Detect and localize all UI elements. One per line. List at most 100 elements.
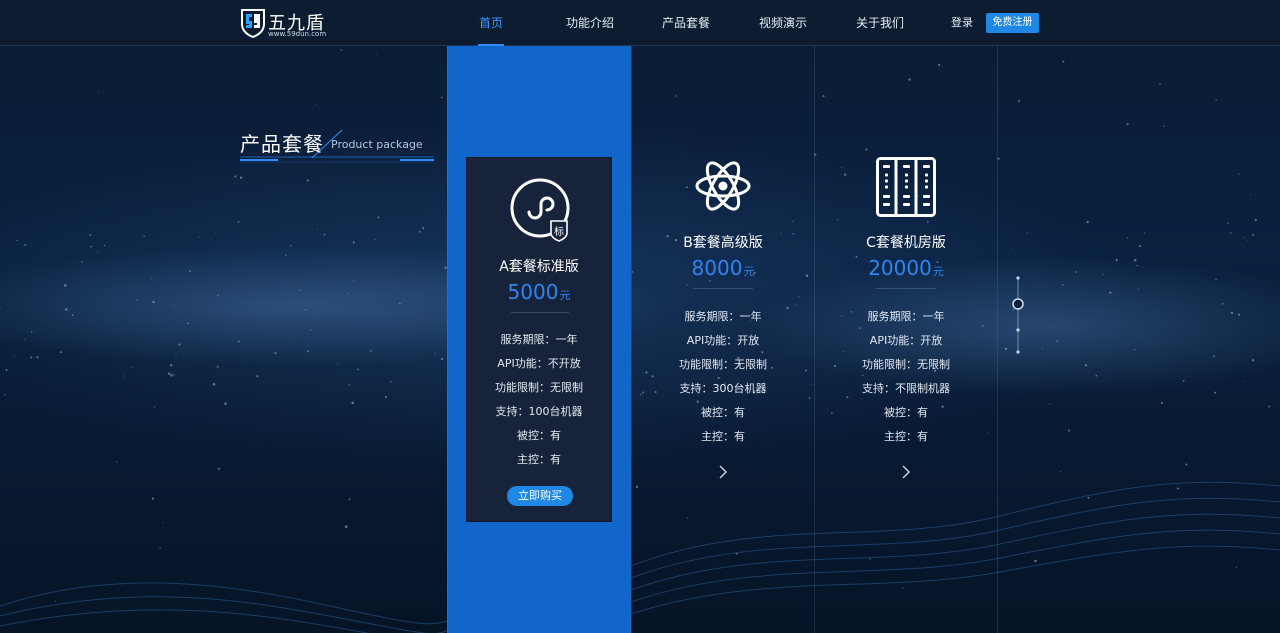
particle-dot xyxy=(351,401,354,405)
particle-dot xyxy=(198,236,200,238)
plan-feature: API功能：不开放 xyxy=(497,357,581,370)
nav-item-packages[interactable]: 产品套餐 xyxy=(662,0,710,46)
particle-dot xyxy=(217,467,220,470)
particle-dot xyxy=(1176,487,1179,490)
pager-dot[interactable] xyxy=(1016,328,1020,332)
particle-dot xyxy=(189,270,191,272)
nav-item-label: 产品套餐 xyxy=(662,16,711,30)
particle-dot xyxy=(64,308,68,311)
particle-dot xyxy=(675,95,677,97)
pager-dot[interactable] xyxy=(1016,350,1020,354)
particle-dot xyxy=(384,396,387,399)
particle-dot xyxy=(81,261,83,263)
particle-dot xyxy=(1068,429,1071,432)
server-rack-icon xyxy=(876,157,936,217)
particle-dot xyxy=(36,356,39,359)
nav-item-about-us[interactable]: 关于我们 xyxy=(856,0,904,46)
particle-dot xyxy=(170,364,173,367)
particle-dot xyxy=(30,331,33,333)
particle-dot xyxy=(1237,313,1241,316)
nav-item-label: 功能介绍 xyxy=(566,16,615,30)
particle-dot xyxy=(323,233,326,236)
particle-dot xyxy=(357,368,359,371)
particle-dot xyxy=(1230,232,1232,234)
particle-dot xyxy=(212,383,216,386)
particle-dot xyxy=(1244,236,1246,239)
particle-dot xyxy=(337,364,339,366)
particle-dot xyxy=(71,314,74,317)
particle-dot xyxy=(285,254,287,256)
particle-dot xyxy=(1087,496,1090,499)
particle-dot xyxy=(151,278,153,280)
plan-feature: 功能限制：无限制 xyxy=(495,381,583,394)
particle-dot xyxy=(1086,220,1089,224)
particle-dot xyxy=(348,498,351,501)
plan-price-unit: 元 xyxy=(559,289,571,302)
particle-dot xyxy=(1214,391,1217,394)
particle-dot xyxy=(390,380,392,383)
particle-dot xyxy=(348,384,350,386)
section-title: 产品套餐 xyxy=(240,132,324,156)
chevron-right-icon[interactable] xyxy=(716,465,730,479)
particle-dot xyxy=(374,238,376,241)
particle-dot xyxy=(1049,403,1051,405)
particle-dot xyxy=(24,244,26,246)
plan-price-unit: 元 xyxy=(932,265,944,278)
particle-dot xyxy=(234,175,237,178)
particle-dot xyxy=(902,587,904,589)
page-scroll-indicator xyxy=(1012,276,1024,354)
particle-dot xyxy=(1250,193,1252,195)
particle-dot xyxy=(136,299,138,301)
particle-dot xyxy=(1138,288,1140,290)
chevron-right-icon[interactable] xyxy=(899,465,913,479)
particle-dot xyxy=(0,307,1,309)
brand-logo[interactable]: 五九盾 www.59dun.com xyxy=(240,8,340,40)
plan-divider xyxy=(511,312,569,313)
plan-name: C套餐机房版 xyxy=(866,235,946,251)
particle-dot xyxy=(89,234,92,236)
nav-item-features[interactable]: 功能介绍 xyxy=(566,0,614,46)
particle-dot xyxy=(316,228,318,230)
nav-item-label: 视频演示 xyxy=(759,16,808,30)
particle-dot xyxy=(4,394,6,396)
particle-dot xyxy=(1244,380,1246,382)
particle-dot xyxy=(440,357,444,361)
particle-dot xyxy=(344,525,348,528)
nav-item-video-demo[interactable]: 视频演示 xyxy=(759,0,807,46)
particle-dot xyxy=(370,350,372,352)
particle-dot xyxy=(1026,232,1028,234)
plan-feature: 主控：有 xyxy=(701,430,745,443)
particle-dot xyxy=(347,293,349,295)
particle-dot xyxy=(24,338,26,340)
particle-dot xyxy=(154,406,156,408)
register-button[interactable]: 免费注册 xyxy=(986,13,1039,33)
particle-dot xyxy=(656,586,658,588)
particle-dot xyxy=(14,354,16,356)
particle-dot xyxy=(340,49,343,51)
particle-dot xyxy=(1115,258,1118,262)
login-link[interactable]: 登录 xyxy=(951,0,973,46)
particle-dot xyxy=(97,252,99,254)
particle-dot xyxy=(869,558,871,560)
particle-dot xyxy=(310,329,312,331)
particle-dot xyxy=(16,239,18,242)
brand-url: www.59dun.com xyxy=(268,30,327,38)
particle-dot xyxy=(315,104,317,105)
pager-dot[interactable] xyxy=(1016,276,1020,280)
plan-price-unit: 元 xyxy=(743,265,755,278)
particle-dot xyxy=(735,552,738,555)
plan-feature: API功能：开放 xyxy=(869,334,943,347)
nav-item-label: 首页 xyxy=(478,16,503,30)
particle-dot xyxy=(434,352,436,354)
particle-dot xyxy=(152,300,155,304)
buy-now-button[interactable]: 立即购买 xyxy=(507,486,573,506)
particle-dot xyxy=(1062,60,1065,63)
particle-dot xyxy=(238,340,240,343)
particle-dot xyxy=(90,245,92,248)
nav-item-home[interactable]: 首页 xyxy=(478,0,504,46)
particle-dot xyxy=(1056,340,1059,343)
pager-dot-active[interactable] xyxy=(1012,298,1024,310)
particle-dot xyxy=(1034,559,1037,563)
particle-dot xyxy=(1017,99,1020,102)
particle-dot xyxy=(304,308,307,311)
